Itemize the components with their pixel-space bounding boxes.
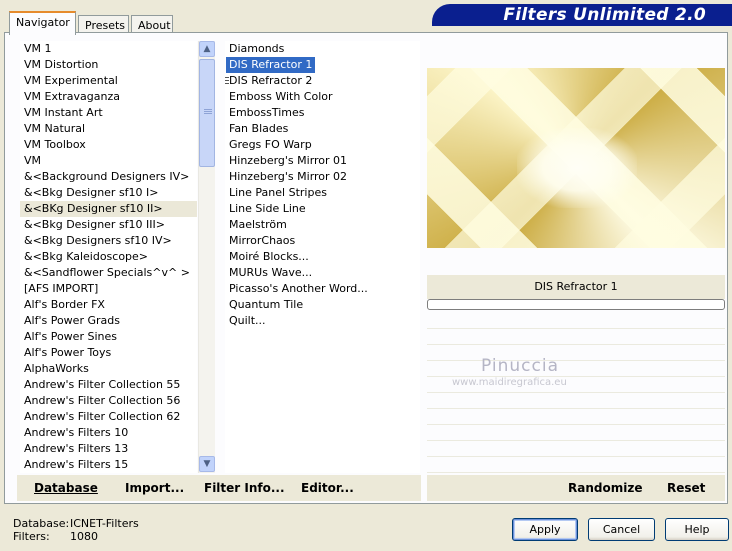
cancel-label: Cancel	[602, 523, 641, 536]
filter-item[interactable]: Gregs FO Warp	[225, 137, 420, 153]
filter-item[interactable]: Fan Blades	[225, 121, 420, 137]
category-item[interactable]: VM	[20, 153, 197, 169]
watermark-url: www.maidiregrafica.eu	[452, 377, 567, 388]
param-row	[427, 410, 725, 425]
param-row	[427, 330, 725, 345]
category-item[interactable]: &<Sandflower Specials^v^ >	[20, 265, 197, 281]
filter-item[interactable]: Quilt...	[225, 313, 420, 329]
filter-item[interactable]: Line Panel Stripes	[225, 185, 420, 201]
database-button[interactable]: Database	[34, 481, 98, 495]
category-list[interactable]: VM 1 VM Distortion VM Experimental VM Extra…	[20, 41, 197, 473]
tab-navigator-label: Navigator	[16, 16, 70, 29]
filter-preview-image	[427, 68, 725, 248]
category-scrollbar[interactable]: ▲ ▼	[198, 41, 215, 473]
category-item[interactable]: VM Experimental	[20, 73, 197, 89]
filter-info-button[interactable]: Filter Info...	[204, 481, 285, 495]
database-status-label: Database:	[13, 517, 70, 530]
category-item[interactable]: &<Bkg Designer sf10 III>	[20, 217, 197, 233]
category-item[interactable]: &<Background Designers IV>	[20, 169, 197, 185]
filters-status-value: 1080	[70, 530, 98, 543]
category-item[interactable]: VM Toolbox	[20, 137, 197, 153]
filters-status-label: Filters:	[13, 530, 50, 543]
tab-presets-label: Presets	[85, 19, 126, 32]
param-row	[427, 314, 725, 329]
selected-filter-name: DIS Refractor 1	[427, 275, 725, 299]
right-toolbar: Randomize Reset	[427, 475, 725, 501]
category-item[interactable]: Andrew's Filters 13	[20, 441, 197, 457]
scroll-up-button[interactable]: ▲	[199, 41, 215, 57]
watermark-name: Pinuccia	[481, 356, 559, 376]
filter-item[interactable]: Quantum Tile	[225, 297, 420, 313]
category-item[interactable]: &<Bkg Designer sf10 I>	[20, 185, 197, 201]
left-toolbar: Database Import... Filter Info... Editor…	[17, 475, 421, 501]
filter-item[interactable]: Moiré Blocks...	[225, 249, 420, 265]
param-row	[427, 394, 725, 409]
filter-item[interactable]: Diamonds	[225, 41, 420, 57]
category-item[interactable]: Alf's Power Toys	[20, 345, 197, 361]
apply-button[interactable]: Apply	[512, 518, 578, 541]
category-item[interactable]: [AFS IMPORT]	[20, 281, 197, 297]
chevron-up-icon: ▲	[203, 44, 211, 54]
category-item[interactable]: VM Extravaganza	[20, 89, 197, 105]
category-item[interactable]: Alf's Border FX	[20, 297, 197, 313]
category-item[interactable]: &<BKg Designer sf10 II>	[20, 201, 197, 217]
tab-about-label: About	[138, 19, 171, 32]
app-banner: Filters Unlimited 2.0	[432, 4, 732, 26]
filter-item[interactable]: MURUs Wave...	[225, 265, 420, 281]
category-item[interactable]: Andrew's Filter Collection 56	[20, 393, 197, 409]
category-item[interactable]: Andrew's Filters 10	[20, 425, 197, 441]
category-item[interactable]: Andrew's Filter Collection 55	[20, 377, 197, 393]
preview-spacer	[427, 248, 725, 275]
filter-item[interactable]: DIS Refractor 2	[225, 73, 420, 89]
filter-item[interactable]: EmbossTimes	[225, 105, 420, 121]
tab-navigator[interactable]: Navigator	[9, 11, 76, 35]
filter-item[interactable]: Hinzeberg's Mirror 01	[225, 153, 420, 169]
chevron-down-icon: ▼	[203, 459, 211, 469]
progress-bar	[427, 299, 725, 310]
category-item[interactable]: AlphaWorks	[20, 361, 197, 377]
editor-button[interactable]: Editor...	[301, 481, 354, 495]
help-label: Help	[684, 523, 710, 536]
category-item[interactable]: Alf's Power Sines	[20, 329, 197, 345]
filter-item[interactable]: Line Side Line	[225, 201, 420, 217]
filter-item[interactable]: Maelström	[225, 217, 420, 233]
help-button[interactable]: Help	[665, 518, 729, 541]
randomize-button[interactable]: Randomize	[568, 481, 642, 495]
apply-label: Apply	[529, 523, 561, 536]
filter-item[interactable]: MirrorChaos	[225, 233, 420, 249]
filter-item[interactable]: Picasso's Another Word...	[225, 281, 420, 297]
category-item[interactable]: VM Distortion	[20, 57, 197, 73]
filter-item[interactable]: Hinzeberg's Mirror 02	[225, 169, 420, 185]
param-row	[427, 458, 725, 473]
param-row	[427, 362, 725, 377]
reset-button[interactable]: Reset	[667, 481, 705, 495]
category-item[interactable]: VM 1	[20, 41, 197, 57]
list-grip-icon	[225, 77, 229, 86]
database-status-value: ICNET-Filters	[70, 517, 139, 530]
param-row	[427, 426, 725, 441]
category-item[interactable]: VM Instant Art	[20, 105, 197, 121]
category-item[interactable]: Andrew's Filter Collection 62	[20, 409, 197, 425]
import-button[interactable]: Import...	[125, 481, 184, 495]
category-item[interactable]: Andrew's Filters 15	[20, 457, 197, 473]
scroll-down-button[interactable]: ▼	[199, 456, 215, 472]
banner-title: Filters Unlimited 2.0	[503, 5, 706, 25]
category-item[interactable]: &<Bkg Kaleidoscope>	[20, 249, 197, 265]
category-item[interactable]: VM Natural	[20, 121, 197, 137]
category-item[interactable]: Alf's Power Grads	[20, 313, 197, 329]
filter-item-label: DIS Refractor 1	[226, 57, 316, 73]
param-row	[427, 442, 725, 457]
filter-list[interactable]: Diamonds DIS Refractor 1 DIS Refractor 2 Em…	[225, 41, 420, 473]
param-row	[427, 346, 725, 361]
selected-filter-label: DIS Refractor 1	[534, 280, 618, 293]
cancel-button[interactable]: Cancel	[588, 518, 655, 541]
filter-item[interactable]: DIS Refractor 1	[225, 57, 420, 73]
scroll-thumb[interactable]	[199, 59, 215, 167]
category-item[interactable]: &<Bkg Designers sf10 IV>	[20, 233, 197, 249]
filter-item[interactable]: Emboss With Color	[225, 89, 420, 105]
